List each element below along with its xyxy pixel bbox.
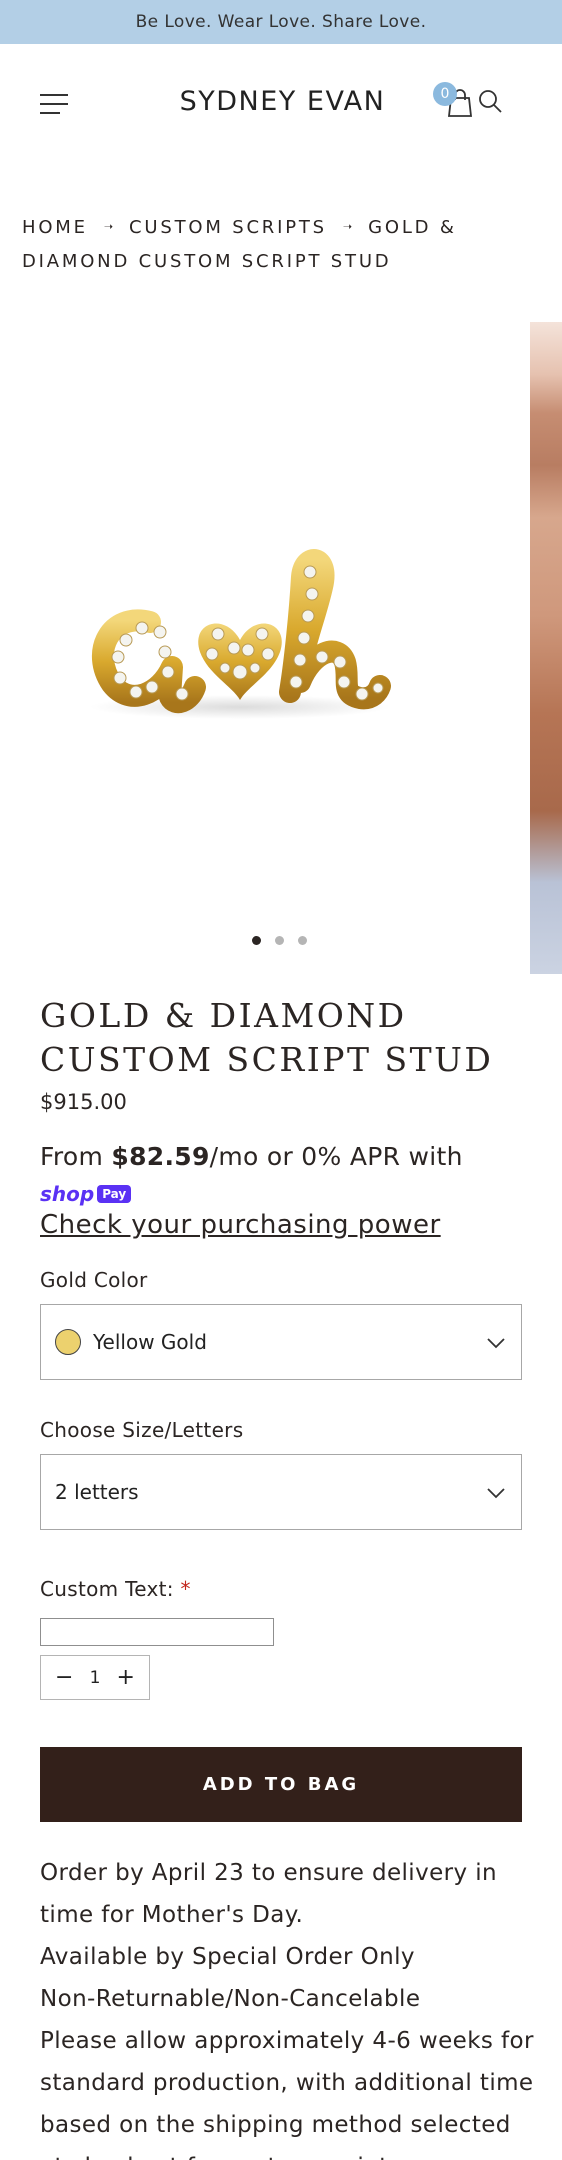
gallery-dot-3[interactable] [298, 936, 307, 945]
announcement-bar: Be Love. Wear Love. Share Love. [0, 0, 562, 44]
custom-text-label-text: Custom Text: [40, 1577, 174, 1601]
chevron-down-icon [487, 1338, 505, 1349]
note-non-returnable: Non-Returnable/Non-Cancelable [40, 1986, 421, 2012]
search-icon[interactable] [477, 88, 503, 114]
size-letters-label: Choose Size/Letters [40, 1418, 244, 1442]
breadcrumb: HOME ➝ CUSTOM SCRIPTS ➝ GOLD & DIAMOND CUSTO… [22, 210, 542, 279]
shop-pay-wordmark: shop [40, 1182, 95, 1206]
breadcrumb-home-link[interactable]: HOME [22, 217, 88, 238]
gold-color-select[interactable]: Yellow Gold [40, 1304, 522, 1380]
size-letters-select[interactable]: 2 letters [40, 1454, 522, 1530]
breadcrumb-arrow-icon: ➝ [342, 220, 353, 233]
next-product-image[interactable] [530, 322, 562, 974]
chevron-down-icon [487, 1488, 505, 1499]
size-letters-value: 2 letters [55, 1480, 139, 1504]
hamburger-menu-icon[interactable] [40, 94, 68, 114]
gallery-pagination [252, 936, 307, 945]
add-to-bag-button[interactable]: ADD TO BAG [40, 1747, 522, 1822]
quantity-increase-button[interactable]: + [117, 1665, 135, 1690]
custom-text-label: Custom Text: * [40, 1577, 191, 1601]
breadcrumb-arrow-icon: ➝ [103, 220, 114, 233]
quantity-decrease-button[interactable]: − [55, 1665, 73, 1690]
shop-pay-badge: Pay [97, 1185, 132, 1203]
announcement-text: Be Love. Wear Love. Share Love. [135, 12, 427, 32]
required-asterisk: * [180, 1577, 191, 1601]
installment-amount: $82.59 [111, 1142, 210, 1171]
check-purchasing-power-link[interactable]: Check your purchasing power [40, 1210, 441, 1240]
installment-suffix: /mo or 0% APR with [209, 1142, 463, 1171]
installment-prefix: From [40, 1142, 112, 1171]
yellow-gold-swatch-icon [55, 1329, 81, 1355]
installment-message: From $82.59/mo or 0% APR with [40, 1140, 540, 1174]
note-production-time: Please allow approximately 4-6 weeks for… [40, 2028, 534, 2160]
shop-pay-logo: shop Pay [40, 1182, 132, 1206]
note-mothers-day: Order by April 23 to ensure delivery in … [40, 1860, 497, 1928]
quantity-value[interactable]: 1 [90, 1668, 101, 1688]
gold-color-value: Yellow Gold [93, 1330, 207, 1354]
note-special-order: Available by Special Order Only [40, 1944, 415, 1970]
product-image[interactable] [0, 322, 530, 974]
script-stud-image [90, 549, 391, 719]
gallery-dot-2[interactable] [275, 936, 284, 945]
site-logo[interactable]: SYDNEY EVAN [160, 86, 405, 117]
quantity-stepper: − 1 + [40, 1655, 150, 1700]
gallery-dot-1[interactable] [252, 936, 261, 945]
product-image-gallery[interactable] [0, 322, 562, 974]
product-title: GOLD & DIAMOND CUSTOM SCRIPT STUD [40, 996, 494, 1079]
gold-color-label: Gold Color [40, 1268, 148, 1292]
cart-count-badge: 0 [433, 82, 457, 106]
product-price: $915.00 [40, 1090, 127, 1114]
custom-text-input[interactable] [40, 1618, 274, 1646]
product-notes: Order by April 23 to ensure delivery in … [40, 1852, 540, 2160]
breadcrumb-category-link[interactable]: CUSTOM SCRIPTS [129, 217, 327, 238]
site-header: SYDNEY EVAN 0 [0, 44, 562, 164]
